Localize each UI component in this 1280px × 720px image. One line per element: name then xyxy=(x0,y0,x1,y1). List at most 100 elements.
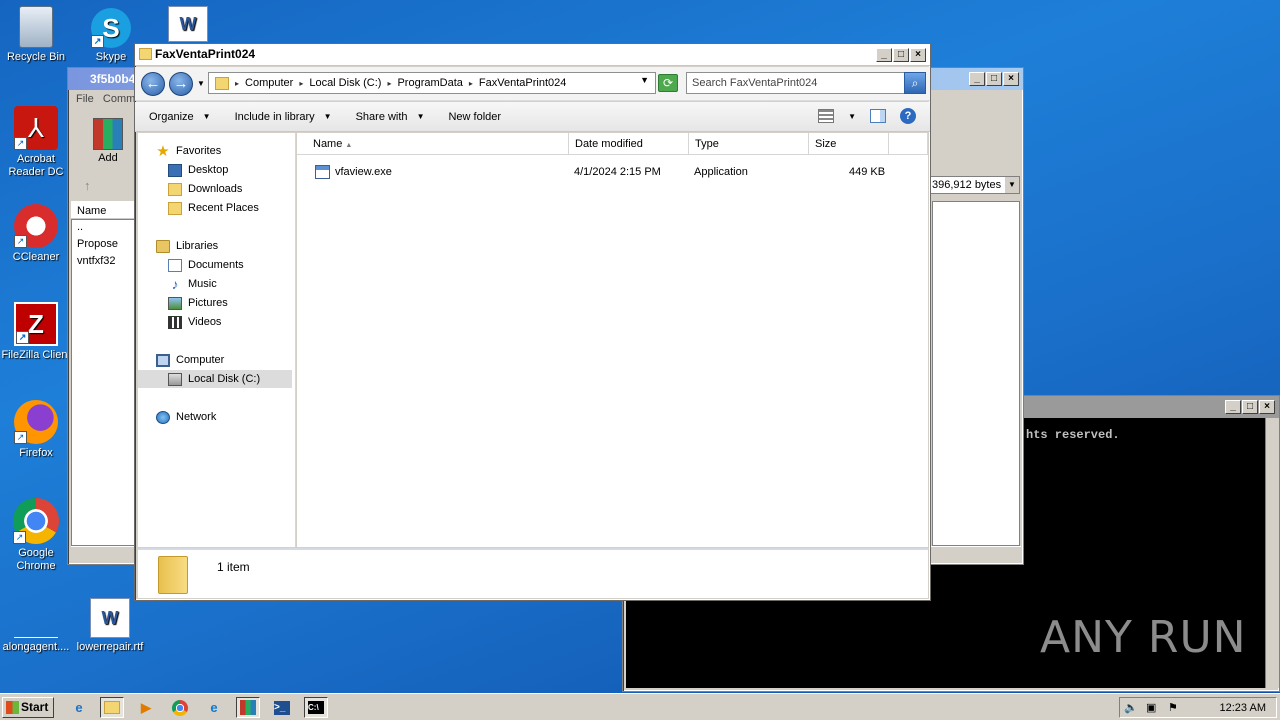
search-icon[interactable]: ⌕ xyxy=(904,72,926,94)
skype-icon: S ↗ xyxy=(91,8,131,48)
nav-documents[interactable]: Documents xyxy=(168,256,244,274)
include-in-library-button[interactable]: Include in library ▼ xyxy=(221,111,342,123)
desktop-icon-ccleaner[interactable]: ↗ CCleaner xyxy=(0,204,74,264)
breadcrumb-arrow-icon[interactable]: ▸ xyxy=(469,79,473,88)
chevron-down-icon[interactable]: ▼ xyxy=(640,75,649,85)
windows-logo-icon xyxy=(6,701,19,714)
nav-local-disk[interactable]: Local Disk (C:) xyxy=(138,370,292,388)
nav-music[interactable]: ♪ Music xyxy=(168,275,217,293)
chevron-down-icon[interactable]: ▼ xyxy=(848,112,856,121)
desktop-icon-lowerrepair[interactable]: W lowerrepair.rtf xyxy=(72,598,148,654)
network-tray-icon[interactable]: ▣ xyxy=(1146,701,1156,714)
add-button[interactable]: Add xyxy=(90,118,126,164)
maximize-button[interactable]: □ xyxy=(1242,400,1258,414)
clock[interactable]: 12:23 AM xyxy=(1220,702,1266,714)
breadcrumb-arrow-icon[interactable]: ▸ xyxy=(299,79,303,88)
explorer-window[interactable]: FaxVentaPrint024 _ □ × ← → ▼ ▸ Computer ▸… xyxy=(134,43,931,601)
organize-button[interactable]: Organize ▼ xyxy=(135,111,221,123)
minimize-button[interactable]: _ xyxy=(876,48,892,62)
menu-file[interactable]: File xyxy=(76,93,94,105)
back-button[interactable]: ← xyxy=(141,72,165,96)
forward-button[interactable]: → xyxy=(169,72,193,96)
music-icon: ♪ xyxy=(171,275,179,292)
nav-recent-places[interactable]: Recent Places xyxy=(168,199,259,217)
desktop-icon-word-doc[interactable]: W xyxy=(150,6,226,45)
nav-libraries[interactable]: Libraries xyxy=(156,237,218,255)
nav-computer[interactable]: Computer xyxy=(156,351,224,369)
new-folder-button[interactable]: New folder xyxy=(434,111,511,123)
size-dropdown[interactable]: 396,912 bytes ▼ xyxy=(928,176,1020,194)
breadcrumb-arrow-icon[interactable]: ▸ xyxy=(387,79,391,88)
nav-pictures[interactable]: Pictures xyxy=(168,294,228,312)
desktop-icon-alongagent[interactable]: alongagent.... xyxy=(0,598,74,654)
start-button[interactable]: Start xyxy=(2,697,54,718)
maximize-button[interactable]: □ xyxy=(986,72,1002,86)
preview-pane-icon[interactable] xyxy=(870,109,886,123)
volume-icon[interactable]: 🔈 xyxy=(1124,701,1138,714)
taskbar-media-player-icon[interactable]: ▶ xyxy=(134,697,158,718)
folder-icon xyxy=(158,556,188,594)
close-button[interactable]: × xyxy=(910,48,926,62)
taskbar-winrar-icon[interactable] xyxy=(236,697,260,718)
archive-file-list[interactable]: .. Propose vntfxf32 xyxy=(71,219,139,546)
desktop-icon-label: Google Chrome xyxy=(16,547,56,572)
breadcrumb-computer[interactable]: Computer xyxy=(245,77,293,89)
explorer-titlebar[interactable]: FaxVentaPrint024 xyxy=(135,44,930,66)
taskbar-cmd-icon[interactable]: C:\ xyxy=(304,697,328,718)
help-icon[interactable]: ? xyxy=(900,108,916,124)
table-row[interactable]: vfaview.exe 4/1/2024 2:15 PM Application… xyxy=(297,133,928,179)
menu-commands[interactable]: Comm xyxy=(103,93,135,105)
share-with-button[interactable]: Share with ▼ xyxy=(342,111,435,123)
list-item[interactable]: vntfxf32 xyxy=(72,254,138,271)
local-disk-icon xyxy=(168,372,182,386)
file-size: 449 KB xyxy=(849,166,886,178)
system-tray: 🔈 ▣ ⚑ 12:23 AM xyxy=(1119,697,1277,718)
folder-icon xyxy=(139,48,152,60)
desktop-icon-label: CCleaner xyxy=(12,251,60,263)
desktop-icon-firefox[interactable]: ↗ Firefox xyxy=(0,400,74,460)
nav-favorites[interactable]: ★ Favorites xyxy=(156,142,221,160)
taskbar-edge-icon[interactable]: e xyxy=(202,697,226,718)
file-list-pane[interactable]: Name ▲ Date modified Type Size vfaview.e… xyxy=(297,133,928,547)
console-scrollbar[interactable] xyxy=(1265,418,1279,688)
taskbar-explorer-icon[interactable] xyxy=(100,697,124,718)
chevron-down-icon: ▼ xyxy=(416,112,425,121)
desktop-icon-filezilla[interactable]: Z ↗ FileZilla Client xyxy=(0,302,74,362)
star-icon: ★ xyxy=(156,142,170,160)
list-item[interactable]: .. xyxy=(72,220,138,237)
file-date: 4/1/2024 2:15 PM xyxy=(574,166,661,178)
taskbar-chrome-icon[interactable] xyxy=(168,697,192,718)
acrobat-icon: ⅄ ↗ xyxy=(14,106,58,150)
nav-network[interactable]: Network xyxy=(156,408,216,426)
archive-col-name[interactable]: Name xyxy=(71,201,137,219)
taskbar-powershell-icon[interactable]: >_ xyxy=(270,697,294,718)
up-arrow-icon[interactable]: ↑ xyxy=(84,178,91,193)
desktop-icon-recycle-bin[interactable]: Recycle Bin xyxy=(0,6,74,64)
breadcrumb-programdata[interactable]: ProgramData xyxy=(397,77,462,89)
minimize-button[interactable]: _ xyxy=(1225,400,1241,414)
change-view-icon[interactable] xyxy=(818,109,835,123)
desktop-icon-label: Recycle Bin xyxy=(6,51,66,63)
archive-right-blank xyxy=(932,201,1020,546)
desktop-icon-label: Skype xyxy=(95,51,127,63)
nav-videos[interactable]: Videos xyxy=(168,313,221,331)
desktop-icon-acrobat[interactable]: ⅄ ↗ Acrobat Reader DC xyxy=(0,106,74,179)
action-center-flag-icon[interactable]: ⚑ xyxy=(1168,701,1178,714)
desktop-icon-chrome[interactable]: ↗ Google Chrome xyxy=(0,498,74,573)
refresh-button[interactable]: ⟳ xyxy=(658,74,678,92)
search-input[interactable]: Search FaxVentaPrint024 ⌕ xyxy=(686,72,926,94)
close-button[interactable]: × xyxy=(1003,72,1019,86)
nav-desktop[interactable]: Desktop xyxy=(168,161,228,179)
address-bar[interactable]: ▸ Computer ▸ Local Disk (C:) ▸ ProgramData… xyxy=(208,72,656,94)
minimize-button[interactable]: _ xyxy=(969,72,985,86)
list-item[interactable]: Propose xyxy=(72,237,138,254)
close-button[interactable]: × xyxy=(1259,400,1275,414)
breadcrumb-local-disk[interactable]: Local Disk (C:) xyxy=(309,77,381,89)
taskbar-ie-icon[interactable]: e xyxy=(67,697,91,718)
maximize-button[interactable]: □ xyxy=(893,48,909,62)
breadcrumb-arrow-icon[interactable]: ▸ xyxy=(235,79,239,88)
archive-title: 3f5b0b4 xyxy=(90,72,136,86)
breadcrumb-faxventaprint[interactable]: FaxVentaPrint024 xyxy=(479,77,566,89)
recent-pages-chevron-icon[interactable]: ▼ xyxy=(197,79,205,88)
nav-downloads[interactable]: Downloads xyxy=(168,180,242,198)
